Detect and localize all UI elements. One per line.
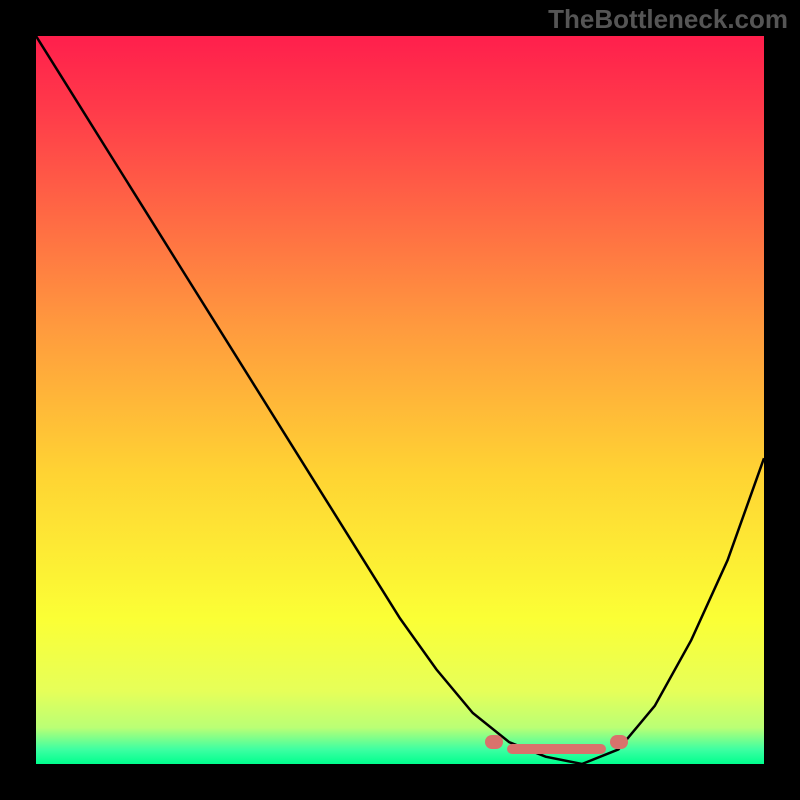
optimum-marker-left (485, 735, 503, 749)
watermark-text: TheBottleneck.com (548, 4, 788, 35)
chart-gradient-background (36, 36, 764, 764)
chart-plot-area (36, 36, 764, 764)
optimum-marker-right (610, 735, 628, 749)
optimum-marker-middle (507, 744, 607, 754)
